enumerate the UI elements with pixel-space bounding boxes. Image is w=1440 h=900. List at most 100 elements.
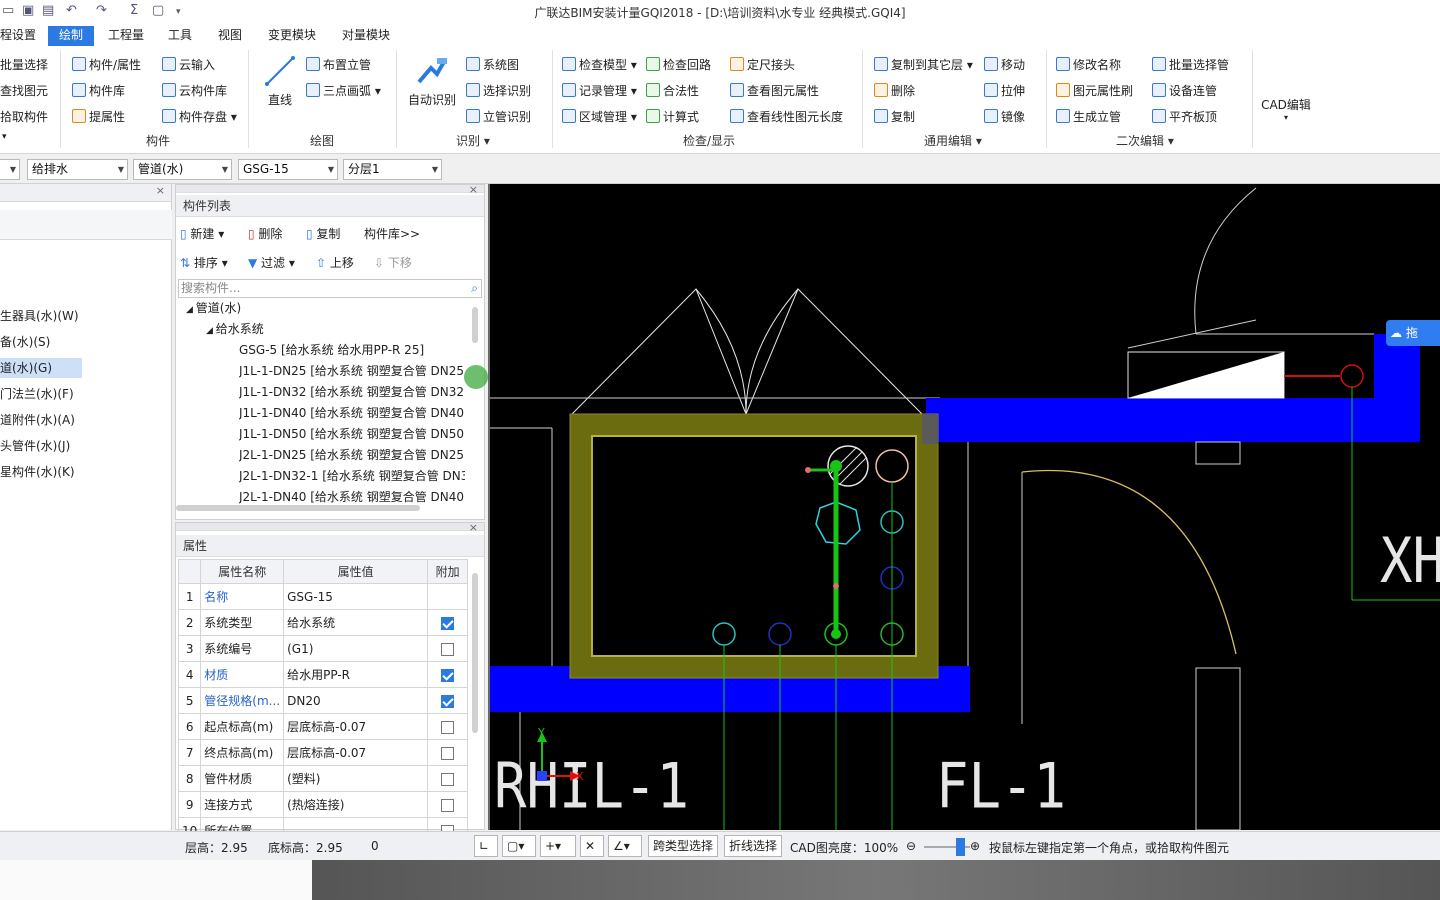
align-slab-button[interactable]: 平齐板顶 xyxy=(1152,108,1217,125)
attr-value-cell[interactable]: 给水用PP-R xyxy=(283,661,429,688)
group-label-identify[interactable]: 识别 ▾ xyxy=(456,132,490,149)
check-loop-button[interactable]: 检查回路 xyxy=(646,56,711,73)
component-type-select[interactable]: 管道(水) ▼ xyxy=(133,159,232,180)
list-item[interactable]: GSG-5 [给水系统 给水用PP-R 25] xyxy=(239,341,465,358)
close-icon[interactable]: × xyxy=(156,184,165,197)
record-manage-button[interactable]: 记录管理 ▾ xyxy=(562,82,637,99)
fixed-joint-button[interactable]: 定尺接头 xyxy=(730,56,795,73)
view-element-attr-button[interactable]: 查看图元属性 xyxy=(730,82,819,99)
extra-checkbox[interactable] xyxy=(441,746,455,760)
delete-component-button[interactable]: ▯ 删除 xyxy=(248,225,282,242)
search-icon[interactable]: ⌕ xyxy=(471,280,478,297)
cad-edit-button[interactable]: CAD编辑 ▾ xyxy=(1258,96,1314,122)
find-element-button[interactable]: 查找图元 xyxy=(0,82,48,99)
cloud-library-button[interactable]: 云构件库 xyxy=(162,82,227,99)
collapse-icon[interactable]: ◢ xyxy=(186,305,196,315)
extra-checkbox[interactable] xyxy=(441,694,455,708)
ortho-icon[interactable]: ∟ xyxy=(474,835,498,857)
angle-icon[interactable]: ∠▾ xyxy=(608,835,642,857)
extra-checkbox[interactable] xyxy=(441,642,455,656)
attr-brush-button[interactable]: 图元属性刷 xyxy=(1056,82,1133,99)
list-item[interactable]: J2L-1-DN32-1 [给水系统 钢塑复合管 DN32] xyxy=(239,467,465,484)
table-row[interactable]: 7 终点标高(m) 层底标高-0.07 xyxy=(177,739,469,766)
tree-group[interactable]: ◢ 给水系统 xyxy=(206,320,264,337)
nav-item-equipment[interactable]: 备(水)(S) xyxy=(0,332,82,352)
copy-to-other-floor-button[interactable]: 复制到其它层 ▾ xyxy=(874,56,973,73)
horizontal-scrollbar[interactable] xyxy=(176,505,420,511)
attr-value-cell[interactable]: (热熔连接) xyxy=(283,791,429,818)
mirror-button[interactable]: 镜像 xyxy=(984,108,1025,125)
component-select[interactable]: GSG-15 ▼ xyxy=(238,159,338,180)
nav-item-sanitary[interactable]: 生器具(水)(W) xyxy=(0,306,82,326)
table-row[interactable]: 2 系统类型 给水系统 xyxy=(177,609,469,636)
copy-button[interactable]: 复制 xyxy=(874,108,915,125)
generate-riser-button[interactable]: 生成立管 xyxy=(1056,108,1121,125)
table-row[interactable]: 6 起点标高(m) 层底标高-0.07 xyxy=(177,713,469,740)
discipline-select[interactable]: 给排水 ▼ xyxy=(27,159,128,180)
extra-checkbox[interactable] xyxy=(441,772,455,786)
table-row[interactable]: 8 管件材质 (塑料) xyxy=(177,765,469,792)
attr-value-cell[interactable]: (G1) xyxy=(283,635,429,662)
attr-value-cell[interactable]: 层底标高-0.07 xyxy=(283,713,429,740)
tab-quantity[interactable]: 工程量 xyxy=(102,26,150,46)
riser-identify-button[interactable]: 立管识别 xyxy=(466,108,531,125)
move-down-button[interactable]: ⇩ 下移 xyxy=(374,254,412,271)
extra-checkbox[interactable] xyxy=(441,798,455,812)
component-library-button[interactable]: 构件库 xyxy=(72,82,125,99)
auto-identify-button[interactable]: 自动识别 xyxy=(406,54,458,108)
tab-project-settings[interactable]: 程设置 xyxy=(0,26,42,46)
component-attribute-button[interactable]: 构件/属性 xyxy=(72,56,141,73)
list-item[interactable]: J2L-1-DN40 [给水系统 钢塑复合管 DN40] xyxy=(239,488,465,505)
nav-item-valve-flange[interactable]: 门法兰(水)(F) xyxy=(0,384,82,404)
minus-icon[interactable]: ⊖ xyxy=(906,839,916,853)
component-save-button[interactable]: 构件存盘 ▾ xyxy=(162,108,237,125)
attr-value-cell[interactable]: (塑料) xyxy=(283,765,429,792)
copy-component-button[interactable]: ▯ 复制 xyxy=(306,225,340,242)
vertical-scrollbar[interactable] xyxy=(472,307,478,343)
three-point-arc-button[interactable]: 三点画弧 ▾ xyxy=(306,82,381,99)
vertical-scrollbar[interactable] xyxy=(472,573,478,733)
list-item[interactable]: J2L-1-DN25 [给水系统 钢塑复合管 DN25] xyxy=(239,446,465,463)
extra-checkbox[interactable] xyxy=(441,668,455,682)
select-identify-button[interactable]: 选择识别 xyxy=(466,82,531,99)
cloud-input-button[interactable]: 云输入 xyxy=(162,56,215,73)
offset-icon[interactable]: +▾ xyxy=(540,835,576,857)
chevron-down-icon[interactable]: ▾ xyxy=(2,132,7,142)
filter-button[interactable]: ▼ 过滤 ▾ xyxy=(248,254,295,271)
polyline-select-button[interactable]: 折线选择 xyxy=(724,835,783,857)
system-diagram-button[interactable]: 系统图 xyxy=(466,56,519,73)
check-model-button[interactable]: 检查模型 ▾ xyxy=(562,56,637,73)
extra-checkbox[interactable] xyxy=(441,720,455,734)
delete-button[interactable]: 删除 xyxy=(874,82,915,99)
tab-reconcile-module[interactable]: 对量模块 xyxy=(336,26,396,46)
formula-button[interactable]: 计算式 xyxy=(646,108,699,125)
nav-item-fitting[interactable]: 头管件(水)(J) xyxy=(0,436,82,456)
device-connect-button[interactable]: 设备连管 xyxy=(1152,82,1217,99)
list-item[interactable]: J1L-1-DN40 [给水系统 钢塑复合管 DN40] xyxy=(239,404,465,421)
collapse-icon[interactable]: ◢ xyxy=(206,326,216,336)
plus-icon[interactable]: ⊕ xyxy=(970,839,980,853)
floor-select[interactable]: ▼ xyxy=(0,159,20,180)
validity-button[interactable]: 合法性 xyxy=(646,82,699,99)
batch-select-button[interactable]: 批量选择 xyxy=(0,56,48,73)
nav-item-pipe-accessory[interactable]: 道附件(水)(A) xyxy=(0,410,82,430)
attr-value-cell[interactable]: DN20 xyxy=(283,687,429,714)
drawing-canvas[interactable]: XHL RHIL-1 FL-1 Y X xyxy=(488,184,1440,831)
sort-button[interactable]: ⇅ 排序 ▾ xyxy=(180,254,228,271)
attr-value-cell[interactable]: 给水系统 xyxy=(283,609,429,636)
search-input[interactable]: 搜索构件... ⌕ xyxy=(178,279,482,298)
line-button[interactable]: 直线 xyxy=(260,54,300,108)
cross-icon[interactable]: ✕ xyxy=(580,835,604,857)
tree-root[interactable]: ◢ 管道(水) xyxy=(186,299,241,316)
nav-item-pipe[interactable]: 道(水)(G) xyxy=(0,358,82,378)
rename-button[interactable]: 修改名称 xyxy=(1056,56,1121,73)
tab-change-module[interactable]: 变更模块 xyxy=(262,26,322,46)
table-row[interactable]: 1 名称 GSG-15 xyxy=(177,583,469,610)
cad-drawing[interactable]: XHL RHIL-1 FL-1 Y X xyxy=(490,184,1440,831)
attr-value-cell[interactable]: GSG-15 xyxy=(283,583,429,610)
table-row[interactable]: 4 材质 给水用PP-R xyxy=(177,661,469,688)
view-linear-length-button[interactable]: 查看线性图元长度 xyxy=(730,108,843,125)
cross-type-select-button[interactable]: 跨类型选择 xyxy=(648,835,719,857)
table-row[interactable]: 3 系统编号 (G1) xyxy=(177,635,469,662)
new-button[interactable]: ▯ 新建 ▾ xyxy=(180,225,224,242)
